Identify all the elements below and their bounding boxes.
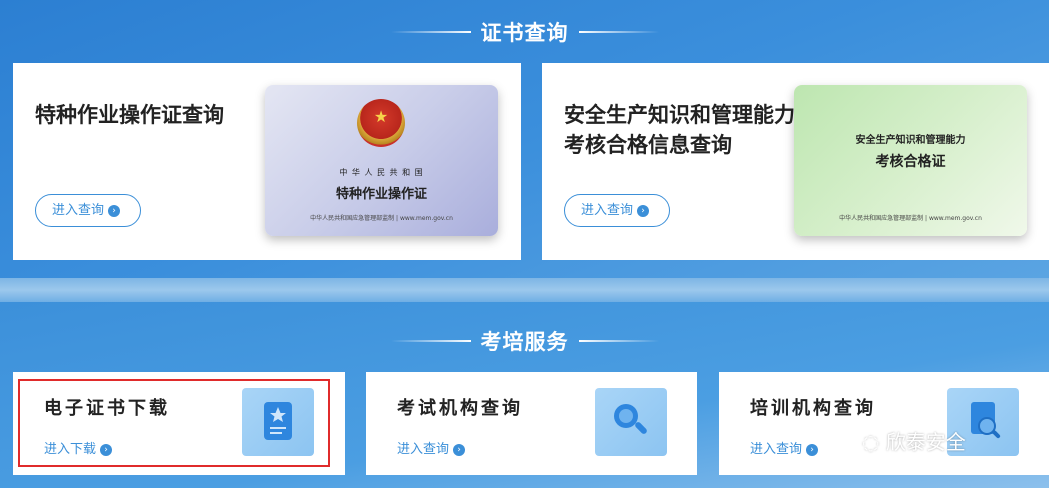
card-title-line1: 安全生产知识和管理能力 [564,103,795,127]
wechat-icon: ◌ [862,430,880,454]
service-card-training-institution[interactable]: 培训机构查询 进入查询 › [719,372,1049,475]
special-ops-certificate-image: 中 华 人 民 共 和 国 特种作业操作证 中华人民共和国应急管理部监制 | w… [265,85,498,236]
exam-institution-query-link[interactable]: 进入查询 › [397,438,466,457]
cert-footer-text: 中华人民共和国应急管理部监制 | www.mem.gov.cn [839,215,982,222]
arrow-right-icon: › [453,443,466,456]
title-line-right [578,340,659,342]
section-title-text: 考培服务 [480,330,569,354]
card-safety-management: 安全生产知识和管理能力 考核合格信息查询 进入查询 › 安全生产知识和管理能力 考… [542,63,1049,260]
arrow-right-icon: › [637,204,650,217]
section-title-cert-query: 证书查询 [0,17,1049,47]
card-title-line2: 考核合格信息查询 [564,133,732,157]
watermark: ◌ 欣泰安全 [862,426,966,455]
safety-management-query-button[interactable]: 进入查询 › [564,194,670,227]
section-title-training: 考培服务 [0,326,1049,356]
arrow-right-icon: › [806,443,819,456]
service-title: 考试机构查询 [397,398,523,419]
service-card-exam-institution[interactable]: 考试机构查询 进入查询 › [366,372,697,475]
e-certificate-download-link[interactable]: 进入下载 › [44,438,113,457]
cert-country-text: 中 华 人 民 共 和 国 [339,168,424,177]
cert-name-text: 特种作业操作证 [335,187,427,202]
cert-title-text: 安全生产知识和管理能力 [855,135,966,146]
arrow-right-icon: › [100,443,113,456]
training-institution-query-link[interactable]: 进入查询 › [750,438,819,457]
card-title: 特种作业操作证查询 [35,103,224,127]
arrow-right-icon: › [108,204,121,217]
safety-certificate-image: 安全生产知识和管理能力 考核合格证 中华人民共和国应急管理部监制 | www.m… [794,85,1027,236]
national-emblem-icon [357,99,405,147]
service-title: 培训机构查询 [750,398,876,419]
section-divider [0,278,1049,302]
cert-footer-text: 中华人民共和国应急管理部监制 | www.mem.gov.cn [310,215,453,222]
link-label: 进入查询 [397,442,450,457]
section-title-text: 证书查询 [480,21,569,45]
button-label: 进入查询 [52,203,105,218]
title-line-right [578,31,659,33]
button-label: 进入查询 [581,203,634,218]
title-line-left [390,340,471,342]
service-card-e-certificate[interactable]: 电子证书下载 进入下载 › [13,372,345,475]
card-special-ops: 特种作业操作证查询 进入查询› 中 华 人 民 共 和 国 特种作业操作证 中华… [13,63,521,260]
link-label: 进入查询 [750,442,803,457]
special-ops-query-button[interactable]: 进入查询 › [35,194,141,227]
link-label: 进入下载 [44,442,97,457]
service-title: 电子证书下载 [44,398,170,419]
title-line-left [390,31,471,33]
watermark-text: 欣泰安全 [885,430,966,454]
certificate-icon [242,388,314,456]
magnifier-icon [595,388,667,456]
cert-name-text: 考核合格证 [875,154,946,170]
